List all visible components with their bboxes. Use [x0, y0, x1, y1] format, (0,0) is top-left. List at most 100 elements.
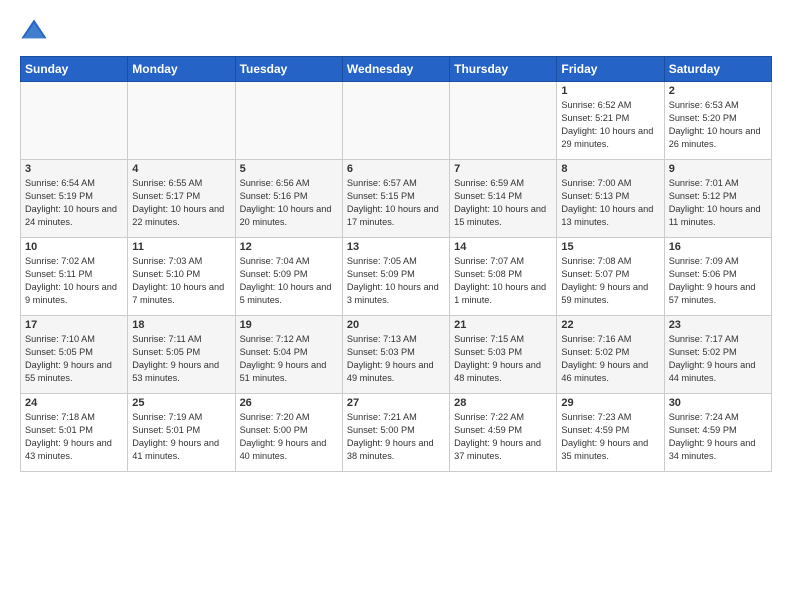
calendar-cell: 28 Sunrise: 7:22 AMSunset: 4:59 PMDayligh…	[450, 394, 557, 472]
calendar-cell: 30Sunrise: 7:24 AMSunset: 4:59 PMDayligh…	[664, 394, 771, 472]
calendar-cell: 10Sunrise: 7:02 AMSunset: 5:11 PMDayligh…	[21, 238, 128, 316]
day-number: 22	[561, 319, 659, 331]
day-info: Sunrise: 6:59 AMSunset: 5:14 PMDaylight:…	[454, 177, 552, 229]
day-number: 7	[454, 163, 552, 175]
day-number: 29	[561, 397, 659, 409]
calendar-cell: 20 Sunrise: 7:13 AMSunset: 5:03 PMDayligh…	[342, 316, 449, 394]
calendar-cell: 19 Sunrise: 7:12 AMSunset: 5:04 PMDayligh…	[235, 316, 342, 394]
calendar-cell: 14 Sunrise: 7:07 AMSunset: 5:08 PMDayligh…	[450, 238, 557, 316]
day-number: 17	[25, 319, 123, 331]
day-number: 9	[669, 163, 767, 175]
calendar-cell: 7 Sunrise: 6:59 AMSunset: 5:14 PMDaylight…	[450, 160, 557, 238]
calendar-cell: 9 Sunrise: 7:01 AMSunset: 5:12 PMDaylight…	[664, 160, 771, 238]
calendar-cell: 24 Sunrise: 7:18 AMSunset: 5:01 PMDayligh…	[21, 394, 128, 472]
day-number: 14	[454, 241, 552, 253]
day-number: 27	[347, 397, 445, 409]
calendar-cell	[128, 82, 235, 160]
day-info: Sunrise: 7:16 AMSunset: 5:02 PMDaylight:…	[561, 333, 659, 385]
day-info: Sunrise: 7:17 AMSunset: 5:02 PMDaylight:…	[669, 333, 767, 385]
day-number: 1	[561, 85, 659, 97]
calendar-cell: 16 Sunrise: 7:09 AMSunset: 5:06 PMDayligh…	[664, 238, 771, 316]
day-info: Sunrise: 6:55 AMSunset: 5:17 PMDaylight:…	[132, 177, 230, 229]
day-info: Sunrise: 6:57 AMSunset: 5:15 PMDaylight:…	[347, 177, 445, 229]
calendar-cell: 2 Sunrise: 6:53 AMSunset: 5:20 PMDaylight…	[664, 82, 771, 160]
day-number: 28	[454, 397, 552, 409]
calendar-cell: 13Sunrise: 7:05 AMSunset: 5:09 PMDayligh…	[342, 238, 449, 316]
day-number: 16	[669, 241, 767, 253]
calendar-cell: 18Sunrise: 7:11 AMSunset: 5:05 PMDayligh…	[128, 316, 235, 394]
day-info: Sunrise: 7:18 AMSunset: 5:01 PMDaylight:…	[25, 411, 123, 463]
day-info: Sunrise: 6:54 AMSunset: 5:19 PMDaylight:…	[25, 177, 123, 229]
day-number: 15	[561, 241, 659, 253]
calendar-week-row: 24 Sunrise: 7:18 AMSunset: 5:01 PMDayligh…	[21, 394, 772, 472]
calendar-cell	[450, 82, 557, 160]
day-number: 20	[347, 319, 445, 331]
day-info: Sunrise: 7:22 AMSunset: 4:59 PMDaylight:…	[454, 411, 552, 463]
weekday-header: Monday	[128, 57, 235, 82]
day-number: 6	[347, 163, 445, 175]
day-info: Sunrise: 6:52 AMSunset: 5:21 PMDaylight:…	[561, 99, 659, 151]
calendar-cell: 12Sunrise: 7:04 AMSunset: 5:09 PMDayligh…	[235, 238, 342, 316]
day-number: 4	[132, 163, 230, 175]
calendar-cell: 5 Sunrise: 6:56 AMSunset: 5:16 PMDaylight…	[235, 160, 342, 238]
calendar-cell: 21 Sunrise: 7:15 AMSunset: 5:03 PMDayligh…	[450, 316, 557, 394]
day-number: 8	[561, 163, 659, 175]
calendar-week-row: 17 Sunrise: 7:10 AMSunset: 5:05 PMDayligh…	[21, 316, 772, 394]
calendar-cell: 25 Sunrise: 7:19 AMSunset: 5:01 PMDayligh…	[128, 394, 235, 472]
calendar-table: SundayMondayTuesdayWednesdayThursdayFrid…	[20, 56, 772, 472]
page-header	[20, 16, 772, 44]
day-info: Sunrise: 7:19 AMSunset: 5:01 PMDaylight:…	[132, 411, 230, 463]
day-info: Sunrise: 6:56 AMSunset: 5:16 PMDaylight:…	[240, 177, 338, 229]
calendar-cell: 29 Sunrise: 7:23 AMSunset: 4:59 PMDayligh…	[557, 394, 664, 472]
weekday-header: Sunday	[21, 57, 128, 82]
day-number: 10	[25, 241, 123, 253]
logo-icon	[20, 16, 48, 44]
calendar-cell: 1 Sunrise: 6:52 AMSunset: 5:21 PMDaylight…	[557, 82, 664, 160]
calendar-cell: 6 Sunrise: 6:57 AMSunset: 5:15 PMDaylight…	[342, 160, 449, 238]
calendar-cell: 22 Sunrise: 7:16 AMSunset: 5:02 PMDayligh…	[557, 316, 664, 394]
weekday-header: Tuesday	[235, 57, 342, 82]
day-info: Sunrise: 7:09 AMSunset: 5:06 PMDaylight:…	[669, 255, 767, 307]
day-info: Sunrise: 7:23 AMSunset: 4:59 PMDaylight:…	[561, 411, 659, 463]
calendar-cell: 15 Sunrise: 7:08 AMSunset: 5:07 PMDayligh…	[557, 238, 664, 316]
calendar-cell: 26 Sunrise: 7:20 AMSunset: 5:00 PMDayligh…	[235, 394, 342, 472]
calendar-week-row: 3 Sunrise: 6:54 AMSunset: 5:19 PMDaylight…	[21, 160, 772, 238]
day-number: 30	[669, 397, 767, 409]
page-container: SundayMondayTuesdayWednesdayThursdayFrid…	[0, 0, 792, 482]
day-number: 3	[25, 163, 123, 175]
day-info: Sunrise: 7:13 AMSunset: 5:03 PMDaylight:…	[347, 333, 445, 385]
day-info: Sunrise: 7:07 AMSunset: 5:08 PMDaylight:…	[454, 255, 552, 307]
day-info: Sunrise: 7:00 AMSunset: 5:13 PMDaylight:…	[561, 177, 659, 229]
day-number: 18	[132, 319, 230, 331]
day-number: 2	[669, 85, 767, 97]
calendar-cell: 3 Sunrise: 6:54 AMSunset: 5:19 PMDaylight…	[21, 160, 128, 238]
day-number: 24	[25, 397, 123, 409]
day-info: Sunrise: 7:12 AMSunset: 5:04 PMDaylight:…	[240, 333, 338, 385]
calendar-cell: 4 Sunrise: 6:55 AMSunset: 5:17 PMDaylight…	[128, 160, 235, 238]
weekday-header: Wednesday	[342, 57, 449, 82]
logo	[20, 16, 52, 44]
day-info: Sunrise: 7:20 AMSunset: 5:00 PMDaylight:…	[240, 411, 338, 463]
day-number: 19	[240, 319, 338, 331]
calendar-cell: 27 Sunrise: 7:21 AMSunset: 5:00 PMDayligh…	[342, 394, 449, 472]
day-info: Sunrise: 7:15 AMSunset: 5:03 PMDaylight:…	[454, 333, 552, 385]
calendar-cell: 23Sunrise: 7:17 AMSunset: 5:02 PMDayligh…	[664, 316, 771, 394]
day-info: Sunrise: 6:53 AMSunset: 5:20 PMDaylight:…	[669, 99, 767, 151]
day-info: Sunrise: 7:21 AMSunset: 5:00 PMDaylight:…	[347, 411, 445, 463]
calendar-cell: 11 Sunrise: 7:03 AMSunset: 5:10 PMDayligh…	[128, 238, 235, 316]
weekday-header: Friday	[557, 57, 664, 82]
day-number: 11	[132, 241, 230, 253]
day-info: Sunrise: 7:10 AMSunset: 5:05 PMDaylight:…	[25, 333, 123, 385]
weekday-header: Saturday	[664, 57, 771, 82]
calendar-week-row: 10Sunrise: 7:02 AMSunset: 5:11 PMDayligh…	[21, 238, 772, 316]
day-number: 5	[240, 163, 338, 175]
day-number: 26	[240, 397, 338, 409]
calendar-cell: 8 Sunrise: 7:00 AMSunset: 5:13 PMDaylight…	[557, 160, 664, 238]
calendar-cell: 17 Sunrise: 7:10 AMSunset: 5:05 PMDayligh…	[21, 316, 128, 394]
calendar-cell	[235, 82, 342, 160]
day-number: 21	[454, 319, 552, 331]
day-info: Sunrise: 7:08 AMSunset: 5:07 PMDaylight:…	[561, 255, 659, 307]
day-number: 25	[132, 397, 230, 409]
day-info: Sunrise: 7:01 AMSunset: 5:12 PMDaylight:…	[669, 177, 767, 229]
day-info: Sunrise: 7:03 AMSunset: 5:10 PMDaylight:…	[132, 255, 230, 307]
